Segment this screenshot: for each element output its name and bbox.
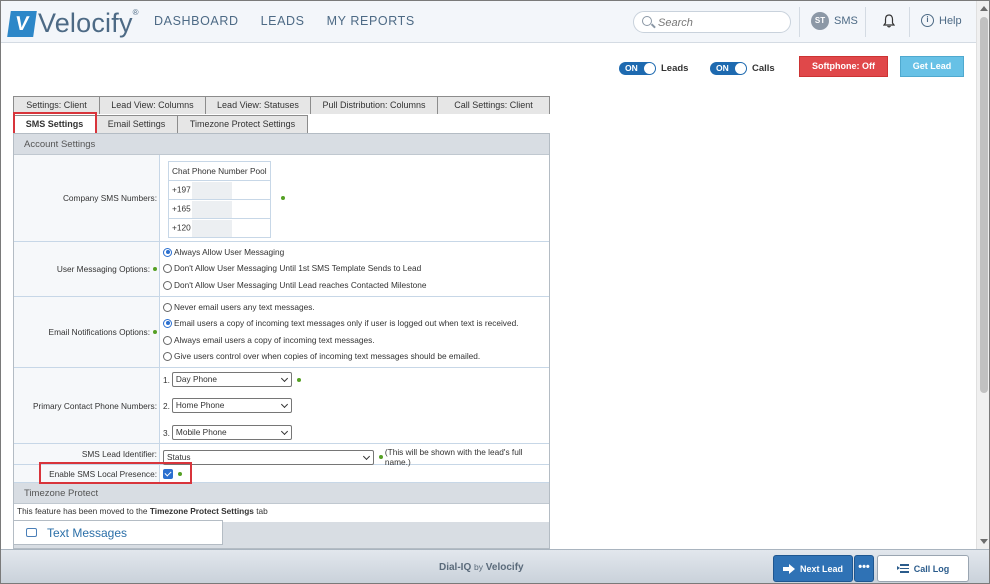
radio-button[interactable] bbox=[163, 302, 172, 312]
user-messaging-row: User Messaging Options: Always Allow Use… bbox=[14, 242, 549, 297]
top-navigation-bar: V Velocify® DASHBOARD LEADS MY REPORTS S… bbox=[1, 1, 976, 43]
scroll-thumb[interactable] bbox=[980, 17, 988, 393]
list-icon bbox=[896, 564, 909, 573]
divider bbox=[909, 7, 910, 37]
radio-button[interactable] bbox=[163, 247, 172, 257]
user-name: SMS bbox=[834, 15, 858, 27]
user-messaging-option-1[interactable]: Don't Allow User Messaging Until 1st SMS… bbox=[163, 263, 421, 273]
sms-lead-identifier-select[interactable]: Status bbox=[163, 449, 374, 465]
scroll-up-arrow-icon[interactable] bbox=[980, 6, 988, 11]
email-notifications-row: Email Notifications Options: Never email… bbox=[14, 297, 549, 368]
company-sms-numbers-row: Company SMS Numbers: Chat Phone Number P… bbox=[14, 155, 549, 242]
divider bbox=[799, 7, 800, 37]
search-icon bbox=[642, 16, 652, 26]
dial-iq-brand: Dial-IQ by Velocify bbox=[439, 562, 524, 573]
radio-button[interactable] bbox=[163, 280, 172, 290]
status-dot bbox=[281, 196, 285, 200]
user-messaging-label: User Messaging Options: bbox=[56, 264, 150, 274]
leads-toggle[interactable]: ON bbox=[619, 62, 656, 75]
tab-lead-view-columns[interactable]: Lead View: Columns bbox=[99, 96, 206, 114]
search-input[interactable] bbox=[658, 15, 783, 30]
chevron-down-icon bbox=[362, 452, 370, 460]
call-log-button[interactable]: Call Log bbox=[877, 555, 969, 582]
radio-button[interactable] bbox=[163, 335, 172, 345]
leads-toggle-label: Leads bbox=[661, 63, 689, 74]
velocify-logo[interactable]: V Velocify® bbox=[7, 8, 139, 39]
pool-number: +165 bbox=[168, 199, 271, 219]
timezone-protect-settings-link[interactable]: Timezone Protect Settings bbox=[150, 506, 254, 516]
arrow-right-icon bbox=[782, 563, 795, 574]
radio-button[interactable] bbox=[163, 263, 172, 273]
next-lead-button[interactable]: Next Lead bbox=[773, 555, 853, 582]
email-option-2[interactable]: Always email users a copy of incoming te… bbox=[163, 335, 375, 345]
app-window: V Velocify® DASHBOARD LEADS MY REPORTS S… bbox=[0, 0, 990, 584]
divider bbox=[865, 7, 866, 37]
primary-contact-label: Primary Contact Phone Numbers: bbox=[32, 400, 157, 411]
highlight-local-presence bbox=[39, 462, 192, 484]
chevron-down-icon bbox=[280, 400, 288, 409]
calls-toggle-label: Calls bbox=[752, 63, 775, 74]
timezone-protect-header: Timezone Protect bbox=[14, 483, 549, 504]
logo-text: Velocify bbox=[38, 8, 133, 38]
scroll-down-arrow-icon[interactable] bbox=[980, 539, 988, 544]
tab-pull-distribution-columns[interactable]: Pull Distribution: Columns bbox=[310, 96, 438, 114]
help-link[interactable]: i Help bbox=[921, 14, 962, 27]
user-messaging-option-2[interactable]: Don't Allow User Messaging Until Lead re… bbox=[163, 280, 426, 290]
search-box[interactable] bbox=[633, 11, 791, 33]
email-option-0[interactable]: Never email users any text messages. bbox=[163, 302, 315, 312]
tab-lead-view-statuses[interactable]: Lead View: Statuses bbox=[205, 96, 311, 114]
timezone-protect-note: This feature has been moved to the Timez… bbox=[17, 506, 268, 516]
nav-dashboard[interactable]: DASHBOARD bbox=[154, 14, 239, 28]
company-sms-numbers-label: Company SMS Numbers: bbox=[62, 193, 157, 203]
pool-header: Chat Phone Number Pool bbox=[168, 161, 271, 181]
main-nav: DASHBOARD LEADS MY REPORTS bbox=[154, 14, 415, 28]
calls-toggle-group: ON Calls bbox=[710, 62, 775, 75]
chevron-down-icon bbox=[280, 374, 288, 383]
calls-toggle[interactable]: ON bbox=[710, 62, 747, 75]
phone-number-pool-table: Chat Phone Number Pool +197 +165 +120 bbox=[168, 161, 271, 238]
lead-identifier-note: (This will be shown with the lead's full… bbox=[384, 447, 523, 467]
user-messaging-option-0[interactable]: Always Allow User Messaging bbox=[163, 247, 284, 257]
softphone-button[interactable]: Softphone: Off bbox=[799, 56, 888, 77]
tab-call-settings-client[interactable]: Call Settings: Client bbox=[437, 96, 550, 114]
email-option-3[interactable]: Give users control over when copies of i… bbox=[163, 351, 480, 361]
email-notifications-label: Email Notifications Options: bbox=[48, 327, 150, 337]
leads-toggle-group: ON Leads bbox=[619, 62, 688, 75]
text-messages-label: Text Messages bbox=[47, 525, 128, 540]
primary-phone-select-3[interactable]: Mobile Phone bbox=[171, 425, 292, 440]
bottom-bar: Dial-IQ by Velocify Next Lead ••• Call L… bbox=[1, 549, 989, 583]
radio-button[interactable] bbox=[163, 318, 172, 328]
vertical-scrollbar[interactable] bbox=[976, 1, 989, 549]
email-option-1[interactable]: Email users a copy of incoming text mess… bbox=[163, 318, 519, 328]
tab-timezone-protect-settings[interactable]: Timezone Protect Settings bbox=[177, 115, 308, 133]
more-options-button[interactable]: ••• bbox=[854, 555, 874, 582]
primary-phone-select-2[interactable]: Home Phone bbox=[171, 398, 292, 413]
sms-settings-panel: Account Settings Company SMS Numbers: Ch… bbox=[13, 133, 550, 549]
chevron-down-icon bbox=[280, 427, 288, 436]
info-icon: i bbox=[921, 14, 934, 27]
highlight-sms-settings-tab bbox=[13, 112, 97, 135]
get-lead-button[interactable]: Get Lead bbox=[900, 56, 964, 77]
primary-contact-row: Primary Contact Phone Numbers: 1. Day Ph… bbox=[14, 368, 549, 444]
tab-email-settings[interactable]: Email Settings bbox=[95, 115, 178, 133]
nav-leads[interactable]: LEADS bbox=[261, 14, 305, 28]
account-settings-header: Account Settings bbox=[14, 134, 549, 155]
bell-icon[interactable] bbox=[883, 14, 895, 28]
pool-number: +120 bbox=[168, 218, 271, 238]
sms-lead-identifier-label: SMS Lead Identifier: bbox=[81, 449, 157, 459]
text-messages-tab[interactable]: Text Messages bbox=[13, 520, 223, 545]
logo-mark-icon: V bbox=[7, 10, 37, 37]
radio-button[interactable] bbox=[163, 351, 172, 361]
user-menu[interactable]: ST SMS bbox=[811, 12, 858, 30]
primary-phone-select-1[interactable]: Day Phone bbox=[171, 372, 292, 387]
help-label: Help bbox=[939, 14, 962, 27]
nav-my-reports[interactable]: MY REPORTS bbox=[327, 14, 415, 28]
avatar: ST bbox=[811, 12, 829, 30]
chat-bubble-icon bbox=[26, 528, 37, 537]
pool-number: +197 bbox=[168, 180, 271, 200]
